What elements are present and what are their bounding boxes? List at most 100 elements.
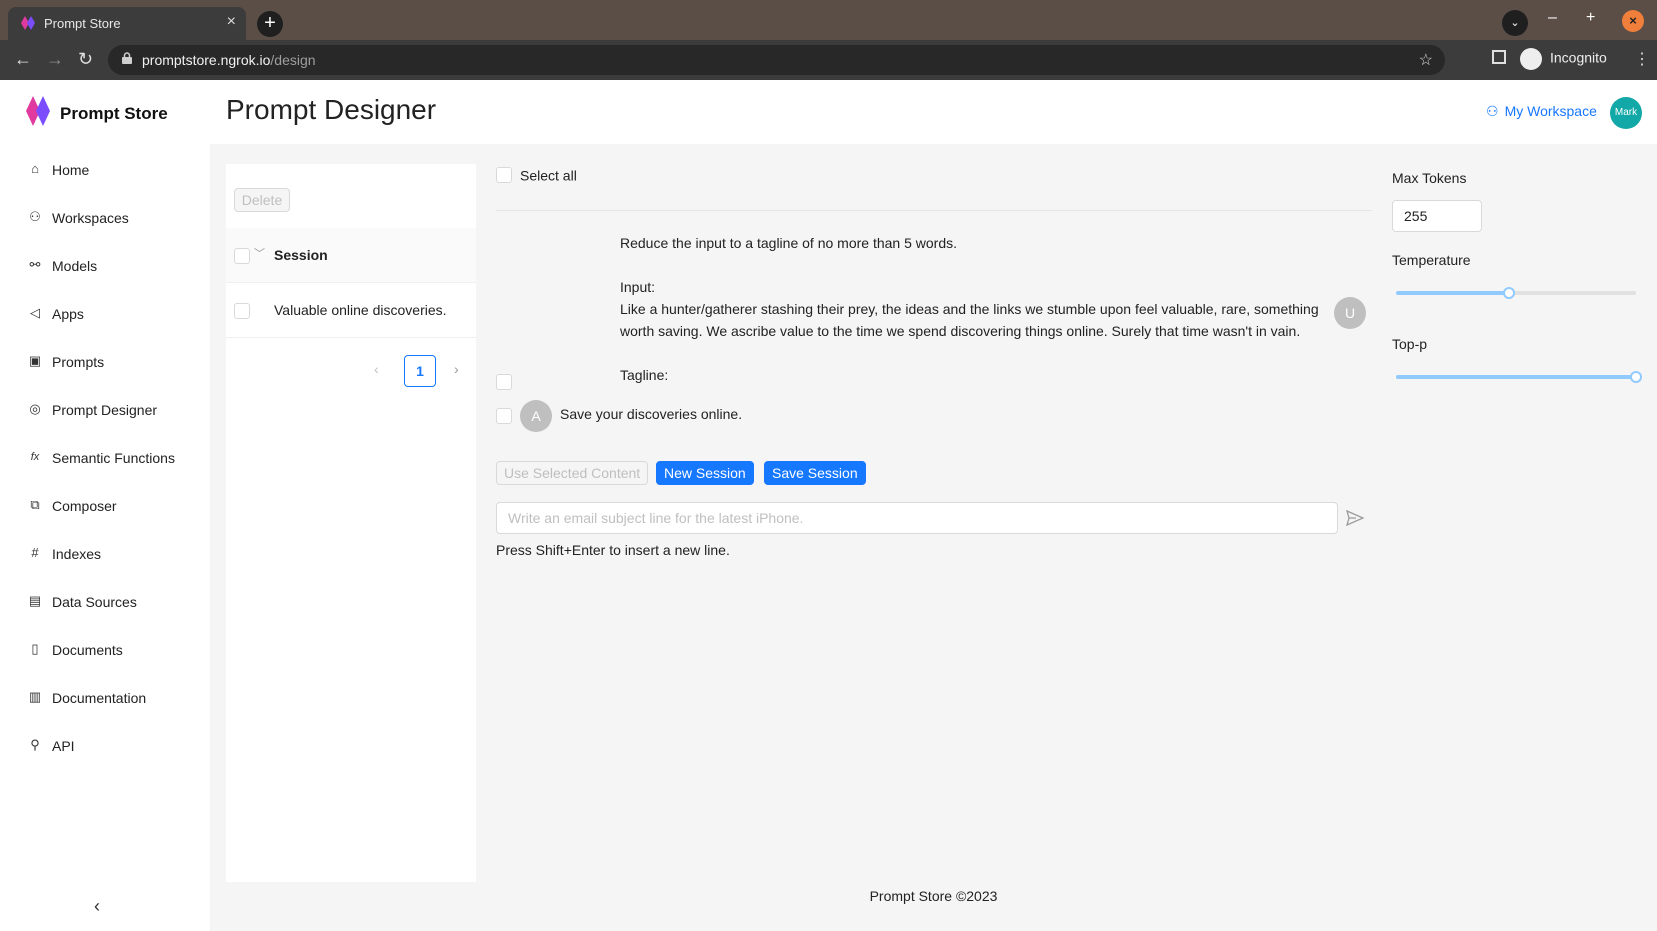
sidebar-item-api[interactable]: ⚲ API — [0, 722, 210, 770]
page-title: Prompt Designer — [226, 94, 437, 125]
minimize-icon[interactable]: – — [1548, 9, 1557, 27]
reload-icon[interactable]: ↻ — [78, 49, 93, 70]
page-header: Prompt Designer ⚇ My Workspace Mark — [210, 80, 1657, 144]
session-name[interactable]: Valuable online discoveries. — [274, 302, 447, 318]
maximize-icon[interactable]: + — [1586, 9, 1595, 27]
bookmark-star-icon[interactable]: ☆ — [1419, 50, 1433, 70]
brand-name: Prompt Store — [60, 104, 168, 123]
sidebar-item-label: API — [52, 738, 75, 754]
input-hint: Press Shift+Enter to insert a new line. — [496, 542, 730, 558]
documentation-icon: ▥ — [28, 689, 42, 704]
sidebar-item-composer[interactable]: ⧉ Composer — [0, 482, 210, 530]
prompts-icon: ▣ — [28, 353, 42, 368]
lock-icon — [122, 52, 132, 64]
user-avatar[interactable]: Mark — [1610, 97, 1642, 129]
user-message: Reduce the input to a tagline of no more… — [620, 232, 1320, 386]
forward-icon[interactable]: → — [46, 49, 64, 70]
max-tokens-label: Max Tokens — [1392, 170, 1467, 186]
sidebar-item-label: Workspaces — [52, 210, 129, 226]
delete-button[interactable]: Delete — [234, 188, 290, 212]
select-all[interactable]: Select all — [496, 166, 577, 184]
user-message-checkbox[interactable] — [496, 374, 512, 390]
row-checkbox[interactable] — [234, 303, 250, 319]
sidebar-item-prompt-designer[interactable]: ◎ Prompt Designer — [0, 386, 210, 434]
browser-toolbar: ← → ↻ promptstore.ngrok.io/design ☆ — [0, 40, 1657, 80]
back-icon[interactable]: ← — [14, 49, 32, 70]
tab-search-icon[interactable]: ⌄ — [1502, 10, 1528, 36]
incognito-indicator[interactable]: Incognito — [1520, 48, 1607, 70]
sidebar-item-documentation[interactable]: ▥ Documentation — [0, 674, 210, 722]
indexes-icon: # — [31, 545, 39, 560]
url-text: promptstore.ngrok.io/design — [142, 52, 316, 68]
prompt-store-logo-icon — [26, 96, 50, 126]
close-tab-icon[interactable]: × — [227, 13, 236, 31]
api-icon: ⚲ — [30, 737, 40, 752]
user-message-tagline-label: Tagline: — [620, 367, 669, 383]
sidebar-item-workspaces[interactable]: ⚇ Workspaces — [0, 194, 210, 242]
select-all-sessions-checkbox[interactable] — [234, 248, 250, 264]
sidebar-item-prompts[interactable]: ▣ Prompts — [0, 338, 210, 386]
temperature-slider[interactable] — [1396, 286, 1636, 300]
data-sources-icon: ▤ — [28, 593, 42, 608]
pagination: ‹ 1 › — [226, 355, 476, 387]
assistant-message: Save your discoveries online. — [560, 406, 743, 422]
close-window-icon[interactable]: × — [1622, 10, 1644, 32]
page-number[interactable]: 1 — [404, 355, 436, 387]
sidebar-item-label: Home — [52, 162, 90, 178]
app-root: Prompt Store ⌂ Home ⚇ Workspaces ⚯ Models ◁ App… — [0, 80, 1657, 931]
side-panel-icon[interactable] — [1492, 50, 1506, 64]
temperature-slider-handle[interactable] — [1502, 287, 1515, 299]
incognito-icon — [1520, 48, 1542, 70]
home-icon: ⌂ — [31, 161, 39, 176]
function-icon: fx — [30, 451, 40, 463]
save-session-button[interactable]: Save Session — [764, 461, 866, 485]
max-tokens-input[interactable]: 255 — [1392, 200, 1482, 232]
sidebar-nav: ⌂ Home ⚇ Workspaces ⚯ Models ◁ Apps ▣ Prompts ◎ Pro… — [0, 146, 210, 770]
sidebar-item-indexes[interactable]: # Indexes — [0, 530, 210, 578]
top-p-slider-handle[interactable] — [1630, 371, 1642, 383]
sidebar-item-models[interactable]: ⚯ Models — [0, 242, 210, 290]
use-selected-content-button[interactable]: Use Selected Content — [496, 461, 649, 485]
composer-icon: ⧉ — [30, 497, 40, 512]
prompt-input-wrapper — [496, 502, 1338, 534]
table-row[interactable]: Valuable online discoveries. — [226, 283, 476, 338]
sidebar-item-label: Apps — [52, 306, 84, 322]
user-message-input-label: Input: — [620, 279, 656, 295]
documents-icon: ▯ — [31, 641, 39, 656]
sidebar-item-label: Semantic Functions — [52, 450, 175, 466]
browser-tab-title: Prompt Store — [44, 16, 121, 31]
prompt-designer-icon: ◎ — [29, 401, 41, 416]
sidebar-item-apps[interactable]: ◁ Apps — [0, 290, 210, 338]
user-message-input-text: Like a hunter/gatherer stashing their pr… — [620, 301, 1319, 339]
prompt-store-favicon-icon — [21, 16, 35, 30]
select-all-checkbox[interactable] — [496, 167, 512, 184]
sidebar-item-label: Composer — [52, 498, 117, 514]
browser-tab-bar: Prompt Store × + ⌄ – + × — [0, 0, 1657, 40]
workspace-icon: ⚇ — [1486, 103, 1499, 119]
sidebar-item-home[interactable]: ⌂ Home — [0, 146, 210, 194]
sidebar-item-semantic-functions[interactable]: fx Semantic Functions — [0, 434, 210, 482]
sidebar-item-documents[interactable]: ▯ Documents — [0, 626, 210, 674]
send-icon[interactable] — [1346, 509, 1364, 527]
browser-tab[interactable]: Prompt Store × — [8, 7, 246, 40]
collapse-sidebar-icon[interactable]: ‹ — [94, 896, 100, 917]
sidebar: Prompt Store ⌂ Home ⚇ Workspaces ⚯ Models ◁ App… — [0, 80, 210, 931]
workspaces-icon: ⚇ — [29, 209, 41, 224]
chevron-down-icon[interactable]: ﹀ — [254, 245, 265, 261]
my-workspace-link[interactable]: ⚇ My Workspace — [1486, 103, 1597, 120]
brand-logo[interactable]: Prompt Store — [26, 96, 168, 126]
sidebar-item-label: Documentation — [52, 690, 147, 706]
new-tab-button[interactable]: + — [257, 11, 283, 37]
top-p-slider[interactable] — [1396, 370, 1642, 384]
prev-page-icon[interactable]: ‹ — [374, 361, 379, 377]
apps-icon: ◁ — [30, 305, 40, 320]
next-page-icon[interactable]: › — [454, 361, 459, 377]
new-session-button[interactable]: New Session — [656, 461, 754, 485]
address-bar[interactable]: promptstore.ngrok.io/design ☆ — [108, 45, 1445, 75]
session-table-header: ﹀ Session — [226, 228, 476, 283]
session-column-header: Session — [274, 247, 328, 263]
sidebar-item-data-sources[interactable]: ▤ Data Sources — [0, 578, 210, 626]
prompt-input[interactable] — [497, 503, 1337, 533]
assistant-message-checkbox[interactable] — [496, 408, 512, 424]
browser-menu-icon[interactable]: ⋮ — [1634, 49, 1650, 69]
